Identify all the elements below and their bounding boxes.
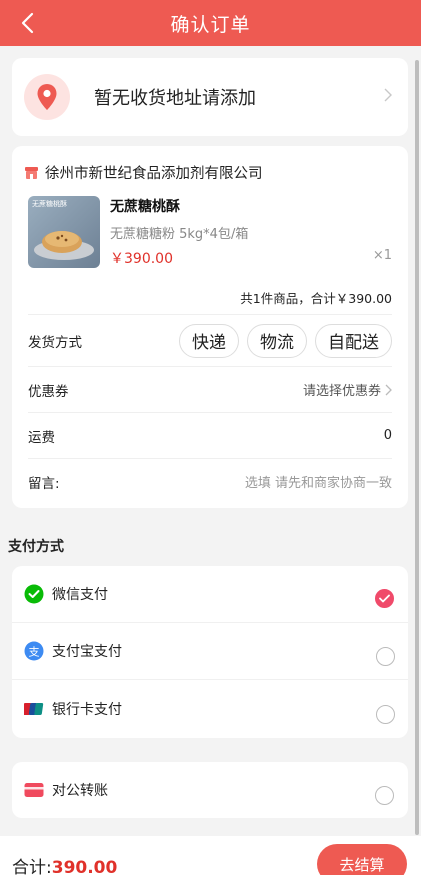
- corporate-transfer-card[interactable]: 对公转账: [12, 762, 408, 818]
- address-placeholder: 暂无收货地址请添加: [94, 88, 256, 109]
- remark-row: 留言: 选填 请先和商家协商一致: [28, 458, 392, 504]
- check-icon: [379, 594, 390, 603]
- back-arrow-icon: [21, 12, 34, 34]
- payment-label: 银行卡支付: [52, 701, 122, 718]
- product-thumbnail[interactable]: 无蔗糖桃酥: [28, 196, 100, 268]
- chevron-right-icon: [384, 87, 392, 106]
- remark-input[interactable]: 选填 请先和商家协商一致: [245, 472, 392, 491]
- order-subtotal: 共1件商品，合计￥390.00: [240, 291, 392, 306]
- product-name: 无蔗糖桃酥: [110, 199, 180, 215]
- product-spec: 无蔗糖糖粉 5kg*4包/箱: [110, 227, 249, 242]
- delivery-option-logistics[interactable]: 物流: [247, 323, 307, 358]
- scrollbar[interactable]: [415, 60, 419, 835]
- delivery-row: 发货方式 快递 物流 自配送: [28, 314, 392, 366]
- payment-option-alipay[interactable]: 支 支付宝支付: [12, 623, 408, 680]
- total-amount: 390.00: [51, 858, 118, 875]
- card-icon: [24, 780, 44, 800]
- radio-unselected[interactable]: [375, 786, 394, 805]
- unionpay-icon: [24, 699, 44, 719]
- total-label: 合计:: [12, 858, 52, 875]
- payment-label: 微信支付: [52, 587, 108, 603]
- radio-unselected[interactable]: [376, 705, 395, 724]
- location-pin-icon: [24, 74, 70, 120]
- wechat-pay-icon: [24, 584, 44, 604]
- order-card: 徐州市新世纪食品添加剂有限公司 无蔗糖桃酥 无蔗糖桃酥 无蔗糖糖粉 5kg*4包…: [12, 146, 408, 508]
- grand-total: 合计:390.00: [12, 853, 117, 875]
- shipping-label: 运费: [28, 429, 55, 446]
- checkout-bar: 合计:390.00 去结算: [0, 836, 421, 875]
- shop-icon: [25, 166, 38, 179]
- coupon-selector[interactable]: 请选择优惠券: [303, 380, 392, 399]
- coupon-row[interactable]: 优惠券 请选择优惠券: [28, 366, 392, 412]
- product-price: ￥390.00: [110, 251, 173, 267]
- radio-unselected[interactable]: [376, 647, 395, 666]
- payment-label: 对公转账: [52, 783, 108, 799]
- shipping-row: 运费 0: [28, 412, 392, 458]
- product-quantity: ×1: [372, 248, 392, 263]
- alipay-icon: 支: [24, 641, 44, 661]
- chevron-right-icon: [385, 384, 392, 395]
- delivery-option-express[interactable]: 快递: [179, 323, 239, 358]
- payment-section-title: 支付方式: [8, 539, 64, 555]
- payment-option-corporate[interactable]: 对公转账: [12, 762, 408, 818]
- shop-name: 徐州市新世纪食品添加剂有限公司: [45, 166, 263, 182]
- remark-label: 留言:: [28, 475, 60, 492]
- back-button[interactable]: [14, 9, 40, 37]
- coupon-value: 请选择优惠券: [302, 384, 381, 399]
- shipping-fee: 0: [383, 428, 392, 443]
- address-card[interactable]: 暂无收货地址请添加: [12, 58, 408, 136]
- coupon-label: 优惠券: [28, 383, 69, 400]
- delivery-option-self-delivery[interactable]: 自配送: [315, 323, 392, 358]
- checkout-button[interactable]: 去结算: [317, 844, 407, 875]
- top-bar: 确认订单: [0, 0, 421, 46]
- payment-methods-card: 微信支付 支 支付宝支付 银行卡支付: [12, 566, 408, 738]
- svg-text:支: 支: [29, 646, 40, 659]
- delivery-options: 快递 物流 自配送: [179, 323, 392, 358]
- payment-option-wechat[interactable]: 微信支付: [12, 566, 408, 623]
- radio-selected[interactable]: [375, 589, 394, 608]
- delivery-label: 发货方式: [28, 334, 82, 351]
- page-title: 确认订单: [170, 13, 251, 36]
- payment-option-bank-card[interactable]: 银行卡支付: [12, 680, 408, 737]
- payment-label: 支付宝支付: [52, 644, 122, 660]
- shop-header: 徐州市新世纪食品添加剂有限公司: [24, 162, 263, 183]
